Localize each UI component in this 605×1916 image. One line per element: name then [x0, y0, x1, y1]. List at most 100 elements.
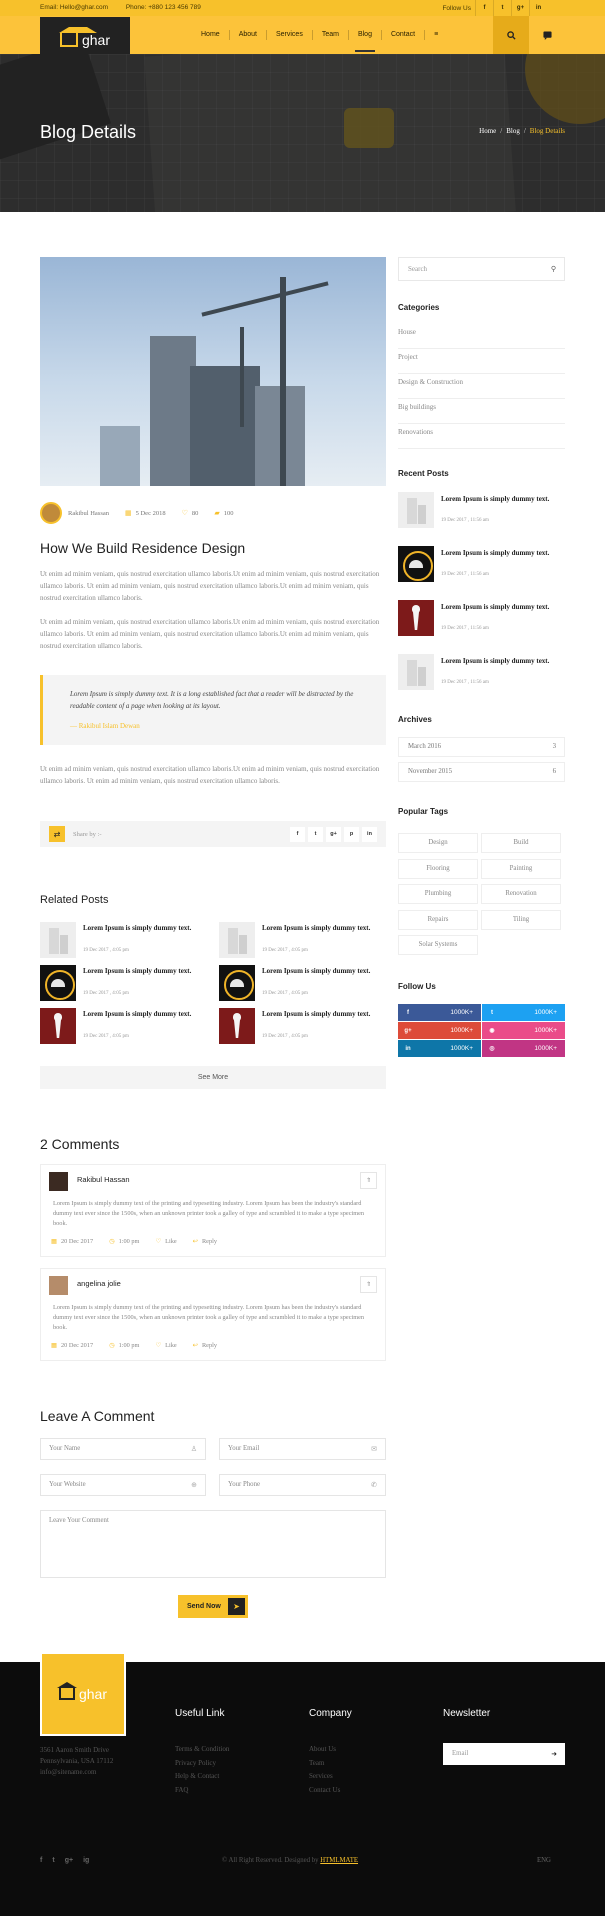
related-post[interactable]: Lorem Ipsum is simply dummy text. 19 Dec… [219, 965, 389, 1003]
footer-link[interactable]: About Us [309, 1743, 340, 1757]
tag-item[interactable]: Solar Systems [398, 935, 478, 955]
send-button[interactable]: Send Now ➤ [178, 1595, 248, 1618]
twitter-icon[interactable]: t [493, 0, 511, 16]
related-post[interactable]: Lorem Ipsum is simply dummy text. 19 Dec… [40, 965, 210, 1003]
crane-mast [240, 327, 244, 427]
top-phone[interactable]: Phone: +880 123 456 789 [126, 4, 201, 11]
follow-linkedin-button[interactable]: in 1000K+ [398, 1040, 481, 1057]
sidebar-search-input[interactable]: Search ⚲ [398, 257, 565, 281]
category-item[interactable]: House [398, 324, 565, 349]
footer-link[interactable]: Help & Contact [175, 1770, 229, 1784]
see-more-button[interactable]: See More [40, 1066, 386, 1089]
nav-services[interactable]: Services [276, 16, 303, 54]
calendar-icon: ▦ [51, 1342, 57, 1349]
recent-post[interactable]: Lorem Ipsum is simply dummy text. 19 Dec… [398, 546, 565, 586]
category-item[interactable]: Renovations [398, 424, 565, 449]
category-item[interactable]: Big buildings [398, 399, 565, 424]
footer-link[interactable]: Team [309, 1757, 340, 1771]
share-linkedin-button[interactable]: in [362, 826, 377, 842]
google-plus-icon[interactable]: g+ [511, 0, 529, 16]
tag-item[interactable]: Design [398, 833, 478, 853]
menu-icon[interactable]: ≡ [434, 16, 438, 54]
breadcrumb-blog[interactable]: Blog [506, 127, 520, 135]
footer-link[interactable]: Contact Us [309, 1784, 340, 1798]
nav-home[interactable]: Home [201, 16, 220, 54]
comment-time: ◷ 1:00 pm [109, 1238, 139, 1245]
main-menu: Home About Services Team Blog Contact ≡ [194, 16, 445, 54]
breadcrumb-home[interactable]: Home [479, 127, 496, 135]
comment-like-label: Like [165, 1342, 177, 1349]
comment-reply[interactable]: ↩ Reply [193, 1238, 217, 1245]
linkedin-icon[interactable]: in [529, 0, 547, 16]
facebook-icon[interactable]: f [475, 0, 493, 16]
search-icon[interactable]: ⚲ [551, 258, 556, 280]
reply-icon[interactable]: ⇑ [360, 1172, 377, 1189]
twitter-icon[interactable]: t [52, 1857, 54, 1864]
tag-item[interactable]: Renovation [481, 884, 561, 904]
language-selector[interactable]: ENG [537, 1857, 551, 1864]
nav-contact[interactable]: Contact [391, 16, 415, 54]
footer-link[interactable]: FAQ [175, 1784, 229, 1798]
comment-reply[interactable]: ↩ Reply [193, 1342, 217, 1349]
email-field[interactable]: Your Email ✉ [219, 1438, 386, 1460]
footer-link[interactable]: Services [309, 1770, 340, 1784]
follow-twitter-button[interactable]: t 1000K+ [482, 1004, 565, 1021]
top-email[interactable]: Email: Hello@ghar.com [40, 4, 108, 11]
comment-textarea[interactable]: Leave Your Comment [40, 1510, 386, 1578]
nav-blog[interactable]: Blog [354, 16, 375, 54]
nav-chat-button[interactable] [529, 16, 565, 54]
category-item[interactable]: Design & Construction [398, 374, 565, 399]
archive-count: 6 [552, 768, 556, 775]
follow-google-plus-button[interactable]: g+ 1000K+ [398, 1022, 481, 1039]
comment-like[interactable]: ♡ Like [155, 1342, 176, 1349]
footer-email[interactable]: info@sitename.com [40, 1767, 113, 1778]
footer-logo[interactable]: ghar [40, 1652, 126, 1736]
website-field[interactable]: Your Website ⊕ [40, 1474, 206, 1496]
facebook-icon[interactable]: f [40, 1857, 42, 1864]
post-comments[interactable]: ▰ 100 [214, 509, 233, 517]
footer-link[interactable]: Privacy Policy [175, 1757, 229, 1771]
reply-icon[interactable]: ⇑ [360, 1276, 377, 1293]
related-post[interactable]: Lorem Ipsum is simply dummy text. 19 Dec… [40, 1008, 210, 1046]
recent-post[interactable]: Lorem Ipsum is simply dummy text. 19 Dec… [398, 492, 565, 532]
newsletter-email-input[interactable]: Email ➜ [443, 1743, 565, 1765]
share-facebook-button[interactable]: f [290, 826, 305, 842]
tag-item[interactable]: Repairs [398, 910, 478, 930]
related-post[interactable]: Lorem Ipsum is simply dummy text. 19 Dec… [40, 922, 210, 960]
designer-link[interactable]: HTMLMATE [320, 1857, 358, 1864]
name-field[interactable]: Your Name ♙ [40, 1438, 206, 1460]
post-likes[interactable]: ♡ 80 [182, 509, 199, 517]
nav-team[interactable]: Team [322, 16, 339, 54]
recent-post[interactable]: Lorem Ipsum is simply dummy text. 19 Dec… [398, 600, 565, 640]
archive-item[interactable]: March 2016 3 [398, 737, 565, 757]
share-pinterest-button[interactable]: p [344, 826, 359, 842]
follow-dribbble-button[interactable]: ◉ 1000K+ [482, 1022, 565, 1039]
related-post[interactable]: Lorem Ipsum is simply dummy text. 19 Dec… [219, 1008, 389, 1046]
tag-item[interactable]: Painting [481, 859, 561, 879]
recent-post-thumbnail [398, 492, 434, 528]
google-plus-icon[interactable]: g+ [65, 1857, 73, 1864]
share-google-plus-button[interactable]: g+ [326, 826, 341, 842]
search-placeholder: Search [408, 265, 428, 273]
follow-facebook-button[interactable]: f 1000K+ [398, 1004, 481, 1021]
share-twitter-button[interactable]: t [308, 826, 323, 842]
tag-item[interactable]: Plumbing [398, 884, 478, 904]
tag-item[interactable]: Flooring [398, 859, 478, 879]
category-item[interactable]: Project [398, 349, 565, 374]
comment-like[interactable]: ♡ Like [155, 1238, 176, 1245]
archive-item[interactable]: November 2015 6 [398, 762, 565, 782]
arrow-right-icon[interactable]: ➜ [551, 1743, 557, 1765]
instagram-icon[interactable]: ig [83, 1857, 89, 1864]
post-author[interactable]: Rakibul Hassan [68, 510, 109, 517]
nav-about[interactable]: About [239, 16, 257, 54]
related-post-title: Lorem Ipsum is simply dummy text. [83, 924, 192, 932]
phone-field[interactable]: Your Phone ✆ [219, 1474, 386, 1496]
reply-arrow-icon: ↩ [192, 1238, 198, 1245]
tag-item[interactable]: Tiling [481, 910, 561, 930]
tag-item[interactable]: Build [481, 833, 561, 853]
footer-link[interactable]: Terms & Condition [175, 1743, 229, 1757]
recent-post[interactable]: Lorem Ipsum is simply dummy text. 19 Dec… [398, 654, 565, 694]
follow-instagram-button[interactable]: ◎ 1000K+ [482, 1040, 565, 1057]
nav-search-button[interactable] [493, 16, 529, 54]
related-post[interactable]: Lorem Ipsum is simply dummy text. 19 Dec… [219, 922, 389, 960]
